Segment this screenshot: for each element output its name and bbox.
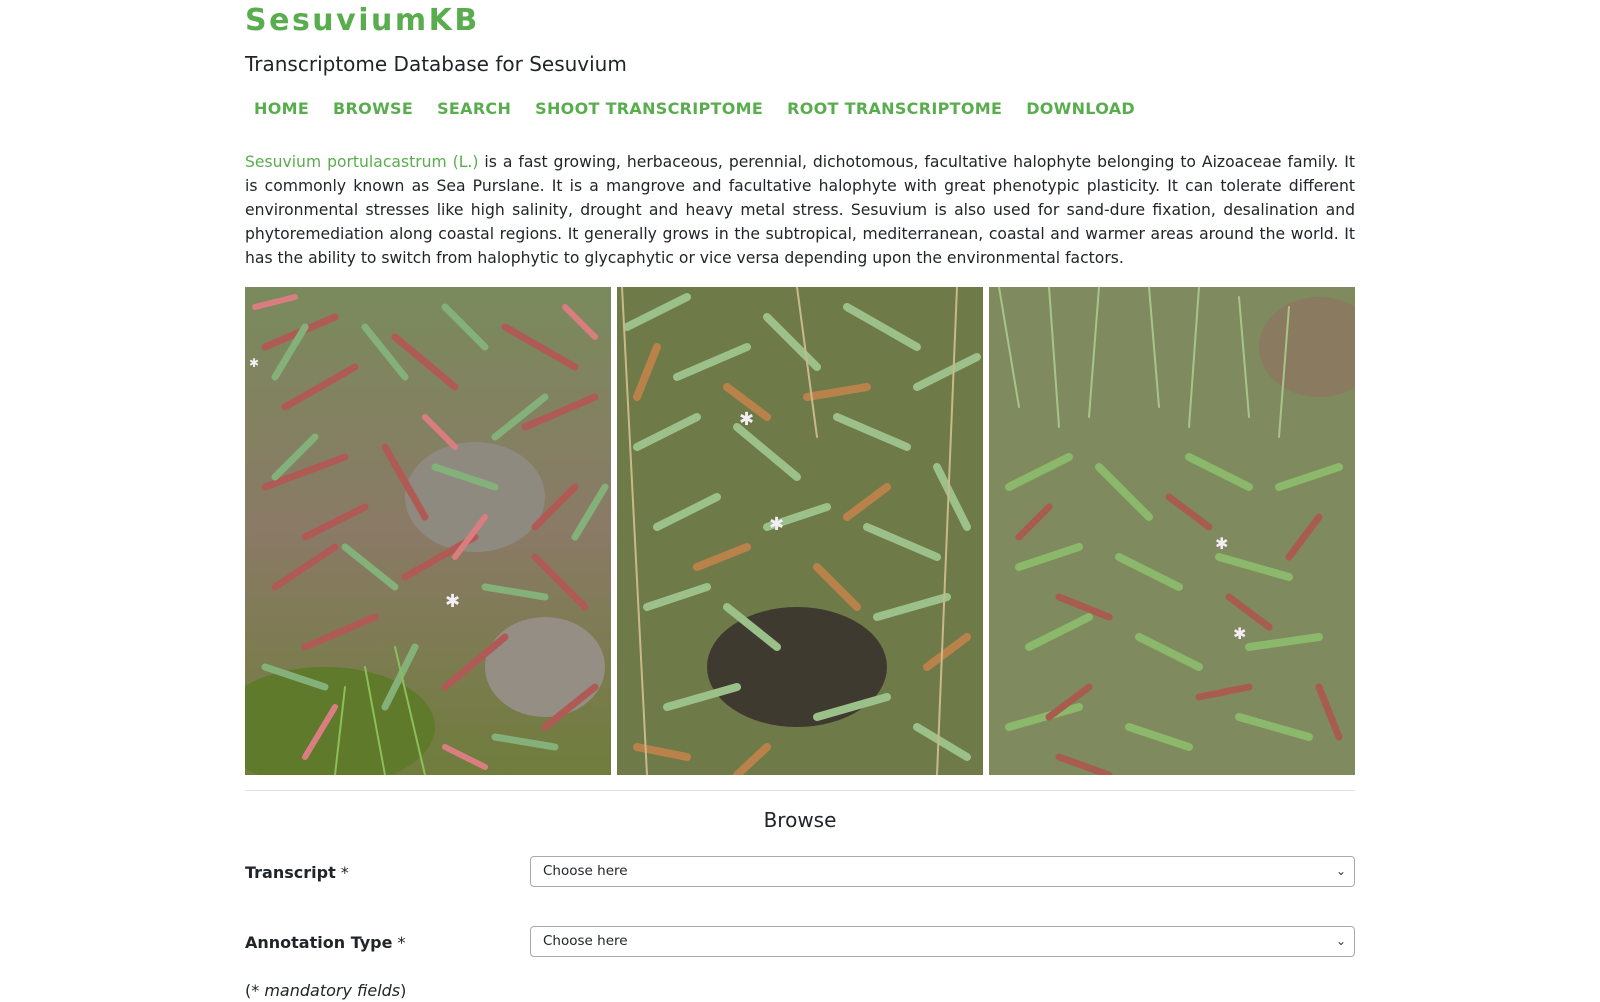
nav-browse[interactable]: BROWSE bbox=[333, 97, 413, 121]
nav-download[interactable]: DOWNLOAD bbox=[1026, 97, 1135, 121]
transcript-select-value: Choose here bbox=[543, 863, 628, 879]
svg-text:✱: ✱ bbox=[769, 514, 784, 535]
annotation-type-row: Annotation Type * Choose here ⌄ bbox=[245, 926, 1355, 958]
section-divider bbox=[245, 790, 1355, 791]
svg-text:✱: ✱ bbox=[739, 409, 754, 430]
annotation-type-select-value: Choose here bbox=[543, 933, 628, 949]
svg-text:✱: ✱ bbox=[1233, 624, 1246, 643]
nav-shoot-transcriptome[interactable]: SHOOT TRANSCRIPTOME bbox=[535, 97, 763, 121]
svg-text:✱: ✱ bbox=[249, 356, 259, 370]
nav-root-transcriptome[interactable]: ROOT TRANSCRIPTOME bbox=[787, 97, 1002, 121]
chevron-down-icon: ⌄ bbox=[1335, 934, 1346, 948]
nav-search[interactable]: SEARCH bbox=[437, 97, 511, 121]
transcript-select[interactable]: Choose here ⌄ bbox=[530, 856, 1355, 887]
plant-photo-3: ✱ ✱ bbox=[989, 287, 1355, 775]
plant-photo-1-image: ✱ ✱ bbox=[245, 287, 611, 775]
main-nav: HOME BROWSE SEARCH SHOOT TRANSCRIPTOME R… bbox=[254, 97, 1135, 121]
plant-photo-2-image: ✱ ✱ bbox=[617, 287, 983, 775]
annotation-type-label: Annotation Type * bbox=[245, 933, 406, 952]
intro-paragraph: Sesuvium portulacastrum (L.) is a fast g… bbox=[245, 150, 1355, 270]
transcript-row: Transcript * Choose here ⌄ bbox=[245, 856, 1355, 888]
chevron-down-icon: ⌄ bbox=[1335, 864, 1346, 878]
browse-title: Browse bbox=[763, 808, 837, 832]
plant-photo-1: ✱ ✱ bbox=[245, 287, 611, 775]
plant-photo-2: ✱ ✱ bbox=[617, 287, 983, 775]
plant-photo-3-image: ✱ ✱ bbox=[989, 287, 1355, 775]
site-subtitle: Transcriptome Database for Sesuvium bbox=[245, 52, 627, 76]
transcript-label: Transcript * bbox=[245, 863, 349, 882]
annotation-type-select[interactable]: Choose here ⌄ bbox=[530, 926, 1355, 957]
mandatory-note: (* mandatory fields) bbox=[245, 981, 407, 1000]
site-title[interactable]: SesuviumKB bbox=[245, 2, 480, 40]
species-link[interactable]: Sesuvium portulacastrum (L.) bbox=[245, 153, 478, 171]
photo-gallery: ✱ ✱ ✱ ✱ ✱ ✱ bbox=[245, 287, 1355, 775]
nav-home[interactable]: HOME bbox=[254, 97, 309, 121]
svg-text:✱: ✱ bbox=[445, 591, 460, 612]
svg-text:✱: ✱ bbox=[1215, 534, 1228, 553]
